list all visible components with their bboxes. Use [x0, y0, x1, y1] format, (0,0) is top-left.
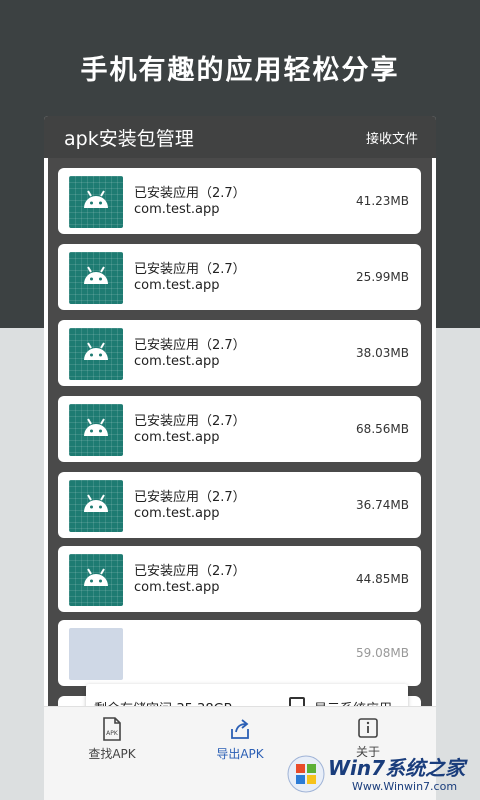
android-icon	[69, 252, 123, 304]
app-name: 已安装应用（2.7）	[134, 186, 246, 201]
app-size: 41.23MB	[356, 194, 409, 208]
android-icon	[69, 480, 123, 532]
app-package: com.test.app	[134, 430, 220, 445]
watermark-brand: Win7系统之家	[328, 756, 466, 780]
app-size: 25.99MB	[356, 270, 409, 284]
app-name: 已安装应用（2.7）	[134, 414, 246, 429]
app-name: 已安装应用（2.7）	[134, 262, 246, 277]
nav-export-apk[interactable]: 导出APK	[185, 717, 295, 762]
watermark-logo: Win7系统之家 Www.Winwin7.com	[282, 748, 480, 800]
app-package: com.test.app	[134, 278, 220, 293]
app-icon	[69, 628, 123, 680]
nav-export-apk-label: 导出APK	[216, 747, 264, 761]
nav-find-apk[interactable]: APK 查找APK	[57, 717, 167, 762]
android-icon	[69, 176, 123, 228]
list-item[interactable]: 59.08MB	[58, 620, 421, 686]
android-icon	[69, 554, 123, 606]
app-size: 59.08MB	[356, 646, 409, 660]
android-icon	[69, 404, 123, 456]
app-size: 36.74MB	[356, 498, 409, 512]
app-size: 38.03MB	[356, 346, 409, 360]
svg-text:APK: APK	[106, 730, 119, 737]
app-package: com.test.app	[134, 202, 220, 217]
list-item[interactable]: 已安装应用（2.7） com.test.app 25.99MB	[58, 244, 421, 310]
info-icon	[358, 718, 378, 738]
app-package: com.test.app	[134, 580, 220, 595]
app-title: apk安装包管理	[64, 128, 194, 150]
list-item[interactable]: 已安装应用（2.7） com.test.app 68.56MB	[58, 396, 421, 462]
list-item[interactable]: 已安装应用（2.7） com.test.app 44.85MB	[58, 546, 421, 612]
receive-files-button[interactable]: 接收文件	[366, 128, 418, 147]
list-item[interactable]: 已安装应用（2.7） com.test.app 36.74MB	[58, 472, 421, 538]
app-package: com.test.app	[134, 354, 220, 369]
nav-find-apk-label: 查找APK	[88, 747, 136, 761]
list-item[interactable]: 已安装应用（2.7） com.test.app 41.23MB	[58, 168, 421, 234]
app-list[interactable]: 已安装应用（2.7） com.test.app 41.23MB 已安装应用（2.…	[48, 158, 432, 748]
app-size: 68.56MB	[356, 422, 409, 436]
apk-file-icon: APK	[103, 717, 121, 741]
app-name: 已安装应用（2.7）	[134, 490, 246, 505]
list-item[interactable]: 已安装应用（2.7） com.test.app 38.03MB	[58, 320, 421, 386]
android-icon	[69, 328, 123, 380]
app-name: 已安装应用（2.7）	[134, 338, 246, 353]
watermark-url: Www.Winwin7.com	[352, 780, 458, 793]
share-icon	[231, 719, 249, 739]
app-bar: apk安装包管理 接收文件	[44, 116, 436, 158]
windows-logo-icon	[287, 755, 325, 793]
hero-title: 手机有趣的应用轻松分享	[80, 55, 400, 86]
app-package: com.test.app	[134, 506, 220, 521]
app-size: 44.85MB	[356, 572, 409, 586]
phone-screen: apk安装包管理 接收文件 已安装应用（2.7） com.test.app 41…	[44, 116, 436, 800]
app-name: 已安装应用（2.7）	[134, 564, 246, 579]
